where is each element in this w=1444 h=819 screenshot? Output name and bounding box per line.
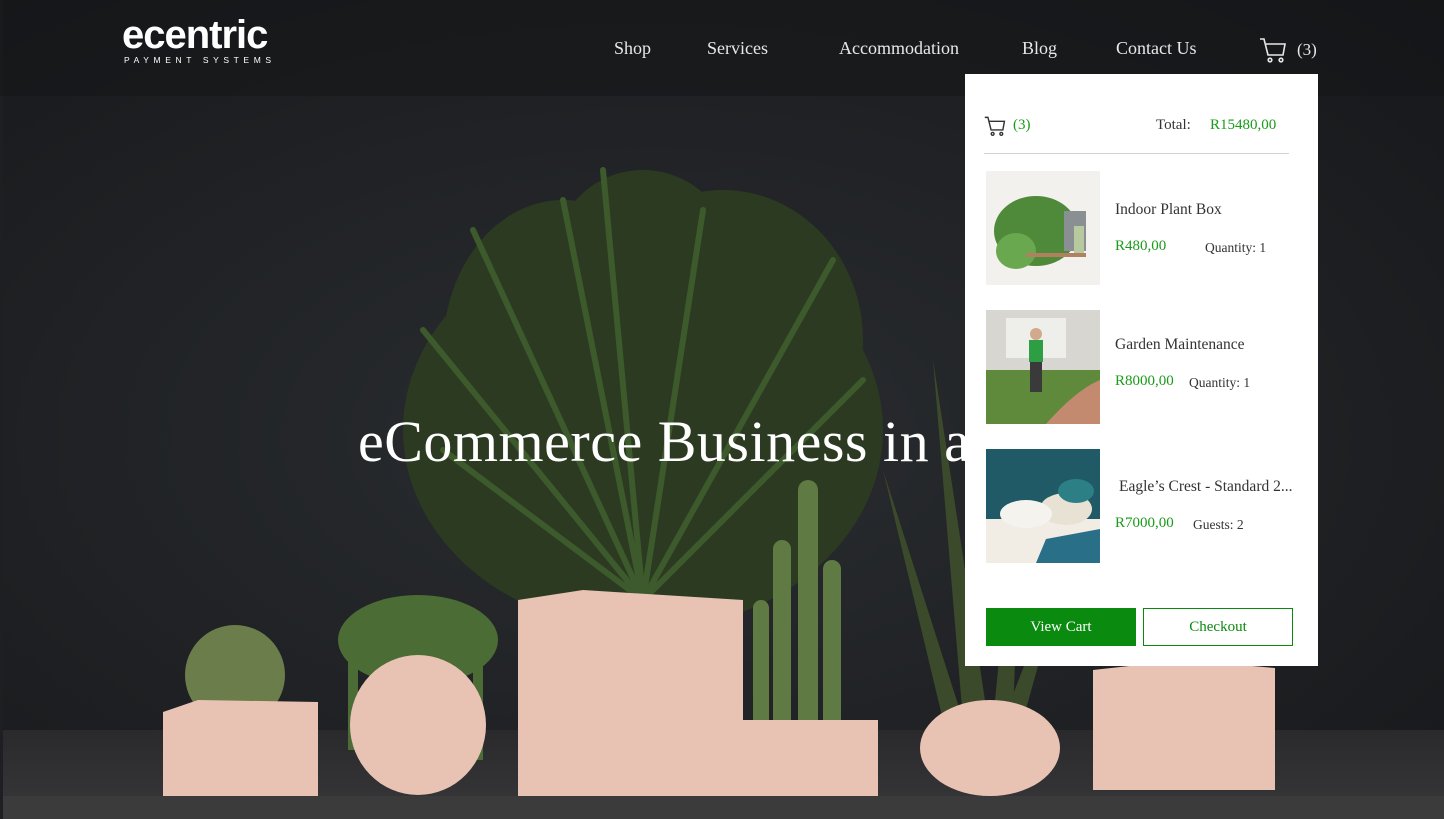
nav-shop[interactable]: Shop (614, 38, 651, 59)
cart-item[interactable]: Eagle’s Crest - Standard 2... R7000,00 G… (986, 449, 1296, 563)
header-cart-count: (3) (1297, 40, 1317, 59)
footer-strip (3, 796, 1444, 819)
product-thumbnail[interactable] (986, 310, 1100, 424)
cart-item-name[interactable]: Garden Maintenance (1115, 336, 1291, 354)
cart-item[interactable]: Indoor Plant Box R480,00 Quantity: 1 (986, 171, 1296, 285)
cart-total-value: R15480,00 (1210, 117, 1277, 133)
cart-item-name[interactable]: Eagle’s Crest - Standard 2... (1119, 478, 1295, 496)
brand-tagline: PAYMENT SYSTEMS (124, 55, 276, 65)
checkout-button[interactable]: Checkout (1143, 608, 1293, 646)
nav-accommodation[interactable]: Accommodation (839, 38, 959, 59)
cart-icon (984, 116, 1006, 136)
cart-count: (3) (1013, 117, 1031, 133)
product-thumbnail[interactable] (986, 449, 1100, 563)
cart-item-price: R8000,00 (1115, 373, 1174, 389)
header-cart-button[interactable]: (3) (1259, 36, 1317, 64)
cart-summary: (3) Total: R15480,00 (984, 112, 1289, 154)
nav-contact-us[interactable]: Contact Us (1116, 38, 1197, 59)
cart-item-quantity: Quantity: 1 (1189, 375, 1251, 390)
nav-blog[interactable]: Blog (1022, 38, 1057, 59)
cart-item-name[interactable]: Indoor Plant Box (1115, 201, 1291, 219)
cart-item-guests: Guests: 2 (1193, 517, 1244, 532)
cart-item-price: R480,00 (1115, 238, 1167, 254)
brand-name: ecentric (122, 13, 268, 57)
product-thumbnail[interactable] (986, 171, 1100, 285)
cart-dropdown: (3) Total: R15480,00 Indoor Plant Box R4… (965, 74, 1318, 666)
hero-title: eCommerce Business in a (358, 409, 971, 474)
cart-item[interactable]: Garden Maintenance R8000,00 Quantity: 1 (986, 310, 1296, 424)
cart-icon (1260, 38, 1286, 63)
cart-total-label: Total: (1156, 117, 1191, 133)
cart-item-quantity: Quantity: 1 (1205, 240, 1267, 255)
cart-item-price: R7000,00 (1115, 515, 1174, 531)
brand-logo[interactable]: ecentric PAYMENT SYSTEMS (122, 14, 276, 65)
view-cart-button[interactable]: View Cart (986, 608, 1136, 646)
nav-services[interactable]: Services (707, 38, 768, 59)
